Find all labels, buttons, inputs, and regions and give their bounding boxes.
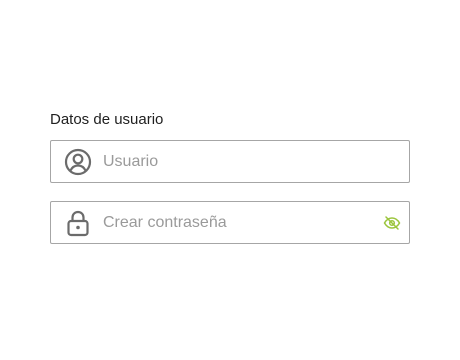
password-input[interactable] — [103, 202, 373, 243]
user-circle-icon — [64, 148, 92, 176]
username-input[interactable] — [103, 141, 373, 182]
eye-off-icon[interactable] — [381, 212, 403, 234]
user-data-form: Datos de usuario — [50, 110, 410, 244]
username-field[interactable] — [50, 140, 410, 183]
password-field[interactable] — [50, 201, 410, 244]
lock-icon — [64, 209, 92, 237]
section-title: Datos de usuario — [50, 111, 164, 128]
